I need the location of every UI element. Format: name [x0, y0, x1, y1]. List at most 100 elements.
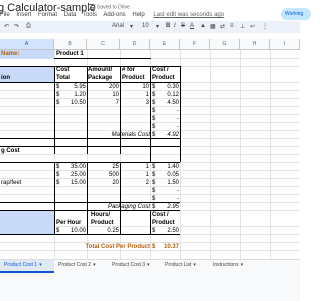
menu-file[interactable]: File	[0, 12, 10, 18]
material-2-sym2: $	[152, 92, 156, 98]
sheet-grid[interactable]: Name: Product 1 ion Cost Total Amount/ P…	[0, 50, 300, 259]
material-4-costp: -	[177, 108, 179, 114]
bold-icon[interactable]: B	[166, 23, 170, 29]
last-edit-link[interactable]: Last edit was seconds ago	[153, 12, 224, 18]
labor-rate[interactable]: 10.00	[60, 227, 86, 235]
material-2-costp: 0.12	[167, 92, 179, 98]
packaging-3-amount[interactable]: 20	[88, 179, 119, 187]
cost-product-header: Product	[152, 75, 175, 81]
more-icon[interactable]: ⋮	[262, 23, 268, 30]
material-3-costp: 4.50	[167, 100, 179, 106]
tab-product-cost-2[interactable]: Product Cost 2 ▾	[58, 260, 108, 271]
tab-instructions[interactable]: Instructions ▾	[213, 260, 273, 271]
saved-label: Saved to Drive	[97, 4, 130, 11]
size-caret-icon[interactable]: ▾	[156, 23, 159, 30]
column-header-h[interactable]: H	[240, 39, 270, 50]
material-1-sym: $	[56, 84, 60, 90]
packaging-5-sym2: $	[152, 196, 156, 202]
material-6-sym2: $	[152, 124, 156, 130]
borders-icon[interactable]: ▦	[210, 23, 216, 30]
font-caret-icon[interactable]: ▾	[130, 23, 133, 30]
labor-hours[interactable]: 0.25	[88, 227, 119, 235]
packaging-2-sym: $	[56, 172, 60, 178]
material-1-cost[interactable]: 5.95	[60, 83, 86, 91]
menu-add-ons[interactable]: Add-ons	[103, 12, 125, 18]
packaging-1-amount[interactable]: 25	[88, 163, 119, 171]
material-3-num[interactable]: 3	[121, 99, 149, 107]
labor-cost-product-header: Product	[152, 220, 175, 226]
fill-color-icon[interactable]: ▲	[200, 23, 206, 29]
material-1-amount[interactable]: 200	[88, 83, 119, 91]
packaging-1-sym2: $	[152, 164, 156, 170]
material-2-sym: $	[56, 92, 60, 98]
column-header-b[interactable]: B	[54, 39, 87, 50]
redo-icon[interactable]: ↷	[14, 23, 19, 30]
hours-product-header: Product	[91, 220, 114, 226]
packaging-total-value: 2.95	[167, 204, 179, 210]
packaging-3-num[interactable]: 2	[121, 179, 149, 187]
chevron-down-icon[interactable]: ▾	[93, 262, 96, 268]
print-icon[interactable]: ⎙	[26, 23, 31, 30]
column-header-a[interactable]: A	[0, 39, 54, 50]
merge-icon[interactable]: ⇄	[220, 23, 225, 30]
material-3-amount[interactable]: 7	[88, 99, 119, 107]
product-name[interactable]: Product 1	[56, 50, 84, 58]
materials-total-label: Materials Cost	[111, 132, 150, 138]
tab-product-cost-3[interactable]: Product Cost 3 ▾	[112, 260, 162, 271]
font-select[interactable]: Arial	[112, 23, 124, 29]
material-2-num[interactable]: 1	[121, 91, 149, 99]
undo-icon[interactable]: ↶	[4, 23, 9, 30]
packaging-2-amount[interactable]: 500	[88, 171, 119, 179]
column-header-e[interactable]: E	[150, 39, 180, 50]
amount-header: Amount/	[88, 67, 113, 73]
menu-insert[interactable]: Insert	[16, 12, 31, 18]
chevron-down-icon[interactable]: ▾	[39, 262, 42, 268]
packaging-2-num[interactable]: 1	[121, 171, 149, 179]
column-header-g[interactable]: G	[210, 39, 240, 50]
packaging-2-sym2: $	[152, 172, 156, 178]
labor-rate-sym: $	[56, 228, 60, 234]
material-5-sym2: $	[152, 116, 156, 122]
cost-per-header: Cost /	[152, 67, 169, 73]
column-header-i[interactable]: I	[270, 39, 300, 50]
packaging-1-num[interactable]: 1	[121, 163, 149, 171]
packaging-1-cost[interactable]: 35.00	[60, 163, 86, 171]
italic-icon[interactable]: I	[174, 23, 176, 29]
menu-help[interactable]: Help	[132, 12, 144, 18]
description-header: ion	[1, 75, 10, 81]
material-2-cost[interactable]: 1.20	[60, 91, 86, 99]
align-icon[interactable]: ≡	[230, 23, 234, 29]
chevron-down-icon[interactable]: ▾	[147, 262, 150, 268]
material-1-costp: 0.30	[167, 84, 179, 90]
packaging-5-costp: -	[177, 196, 179, 202]
font-size-select[interactable]: 10	[142, 23, 149, 29]
materials-total-sym: $	[152, 132, 156, 138]
column-header-d[interactable]: D	[120, 39, 150, 50]
tab-product-cost-1[interactable]: Product Cost 1 ▾	[0, 260, 54, 273]
material-3-cost[interactable]: 10.50	[60, 99, 86, 107]
working-badge: Working	[281, 8, 311, 20]
packaging-total-label: Packaging Cost	[107, 204, 150, 210]
packaging-1-sym: $	[56, 164, 60, 170]
packaging-3-cost[interactable]: 15.00	[60, 179, 86, 187]
column-header-c[interactable]: C	[87, 39, 120, 50]
wrap-icon[interactable]: ↩	[250, 23, 255, 30]
menu-tools[interactable]: Tools	[83, 12, 97, 18]
valign-icon[interactable]: ⊥	[240, 23, 245, 30]
tab-product-list[interactable]: Product List ▾	[165, 260, 210, 271]
menu-bar: File Insert Format Data Tools Add-ons He…	[0, 12, 229, 18]
material-2-amount[interactable]: 10	[88, 91, 119, 99]
name-label: Name:	[1, 51, 20, 57]
saved-status: Saved to Drive	[88, 4, 130, 10]
column-header-f[interactable]: F	[180, 39, 210, 50]
packaging-2-cost[interactable]: 25.00	[60, 171, 86, 179]
num-product-header: Product	[122, 75, 145, 81]
material-1-num[interactable]: 10	[121, 83, 149, 91]
strikethrough-icon[interactable]: S	[181, 23, 185, 29]
menu-data[interactable]: Data	[64, 12, 77, 18]
packaging-3-name[interactable]: rap/feet	[1, 179, 21, 187]
chevron-down-icon[interactable]: ▾	[241, 262, 244, 268]
menu-format[interactable]: Format	[38, 12, 57, 18]
text-color-icon[interactable]: A	[190, 23, 194, 29]
chevron-down-icon[interactable]: ▾	[193, 262, 196, 268]
